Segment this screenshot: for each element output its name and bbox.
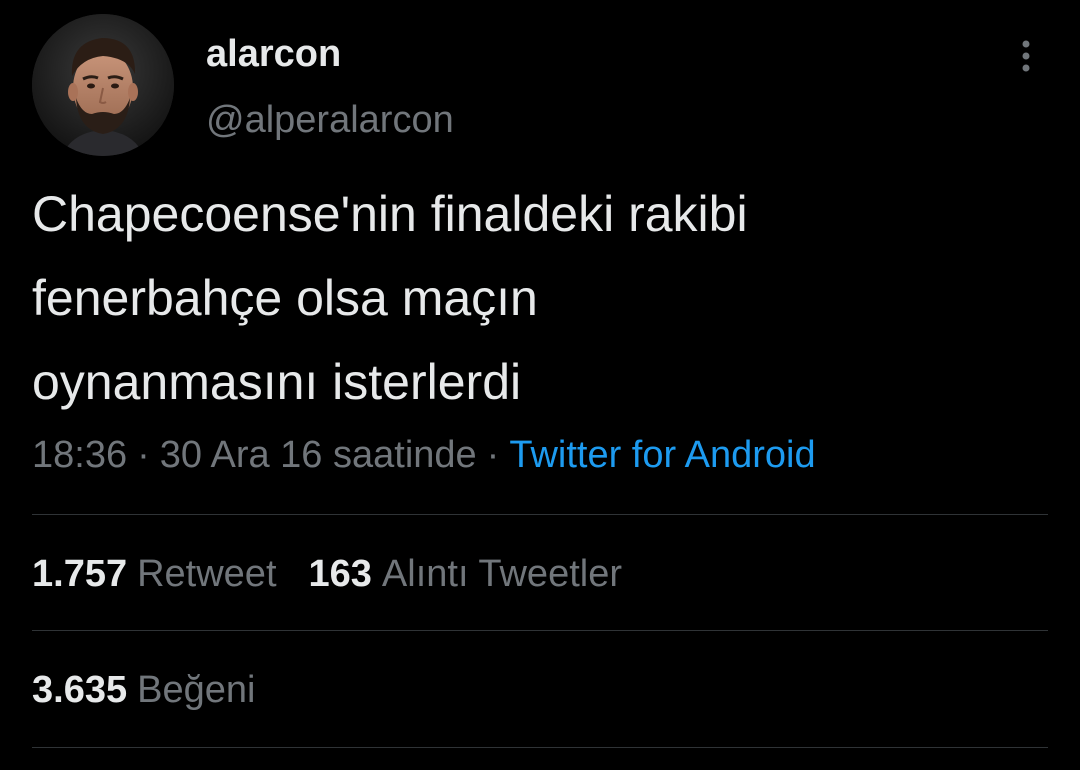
quote-tweets-label: Alıntı Tweetler	[381, 553, 622, 595]
separator: ·	[137, 434, 150, 476]
tweet-text: Chapecoense'nin finaldeki rakibi fenerba…	[32, 172, 1042, 424]
divider	[32, 514, 1048, 515]
display-name[interactable]: alarcon	[206, 30, 341, 78]
tweet-date[interactable]: 30 Ara 16 saatinde	[160, 434, 477, 476]
divider	[32, 630, 1048, 631]
retweets-stat[interactable]: 1.757 Retweet	[32, 549, 277, 599]
avatar[interactable]	[32, 14, 174, 156]
likes-stat[interactable]: 3.635 Beğeni	[32, 665, 255, 715]
separator: ·	[486, 434, 500, 476]
tweet-text-line: fenerbahçe olsa maçın	[32, 270, 538, 326]
likes-count: 3.635	[32, 669, 128, 711]
likes-label: Beğeni	[137, 669, 256, 711]
quote-tweets-count: 163	[308, 553, 372, 595]
tweet-time[interactable]: 18:36	[32, 434, 127, 476]
retweets-label: Retweet	[137, 553, 277, 595]
more-vertical-icon[interactable]	[1012, 38, 1040, 78]
tweet-detail: alarcon @alperalarcon Chapecoense'nin fi…	[0, 0, 1080, 770]
retweets-count: 1.757	[32, 553, 128, 595]
likes-stats-row: 3.635 Beğeni	[32, 665, 255, 715]
tweet-text-line: Chapecoense'nin finaldeki rakibi	[32, 186, 748, 242]
quote-tweets-stat[interactable]: 163 Alıntı Tweetler	[309, 549, 623, 599]
tweet-metadata: 18:36 · 30 Ara 16 saatinde · Twitter for And…	[32, 430, 816, 480]
tweet-text-line: oynanmasını isterlerdi	[32, 354, 522, 410]
divider	[32, 747, 1048, 748]
engagement-stats-row: 1.757 Retweet 163 Alıntı Tweetler	[32, 549, 622, 599]
tweet-source-link[interactable]: Twitter for Android	[509, 434, 815, 476]
user-handle[interactable]: @alperalarcon	[206, 96, 454, 144]
profile-photo-icon	[32, 14, 174, 156]
